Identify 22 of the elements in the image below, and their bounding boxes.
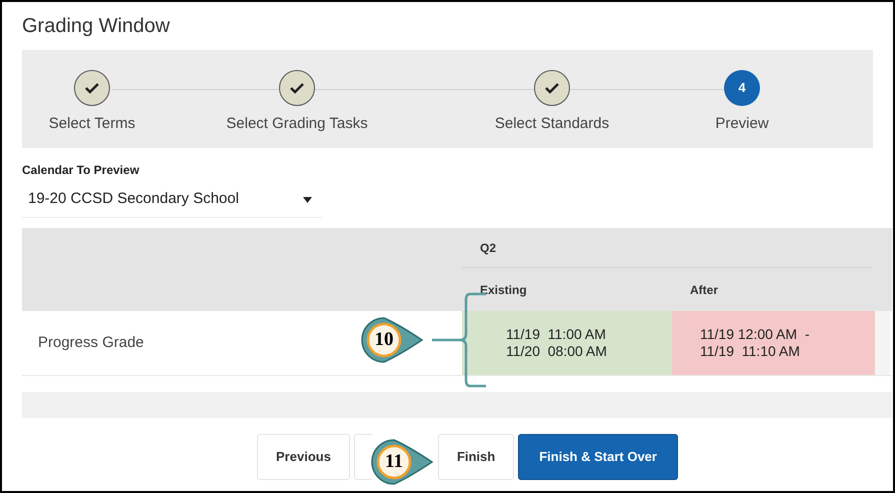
- callout-marker: 10: [360, 316, 424, 364]
- table-cell: 11/19 12:00 AM - 11/19 11:10 AM: [672, 311, 875, 375]
- scrollbar[interactable]: [875, 311, 890, 375]
- step-label[interactable]: Select Terms: [48, 113, 136, 136]
- covered-button[interactable]: [354, 434, 372, 480]
- action-button[interactable]: Finish: [438, 434, 514, 480]
- action-button[interactable]: Finish & Start Over: [518, 434, 678, 480]
- column-header: Existing: [480, 282, 527, 296]
- action-button[interactable]: Previous: [257, 434, 350, 480]
- column-group-header: Q2: [480, 240, 496, 256]
- field-label: Calendar To Preview: [22, 162, 140, 179]
- table-cell: 11/19 11:00 AM 11/20 08:00 AM: [462, 311, 672, 375]
- step-label[interactable]: Select Standards: [494, 113, 610, 136]
- callout-marker: 11: [370, 438, 434, 486]
- column-header: After: [690, 282, 718, 296]
- step-label[interactable]: Select Grading Tasks: [226, 113, 368, 136]
- step-number: 4: [724, 70, 760, 106]
- caret-icon: [303, 196, 312, 202]
- calendar-dropdown[interactable]: 19-20 CCSD Secondary School: [22, 182, 322, 218]
- step-label[interactable]: Preview: [715, 113, 769, 136]
- window-title: Grading Window: [21, 14, 171, 39]
- table-cell-text: Progress Grade: [38, 332, 144, 353]
